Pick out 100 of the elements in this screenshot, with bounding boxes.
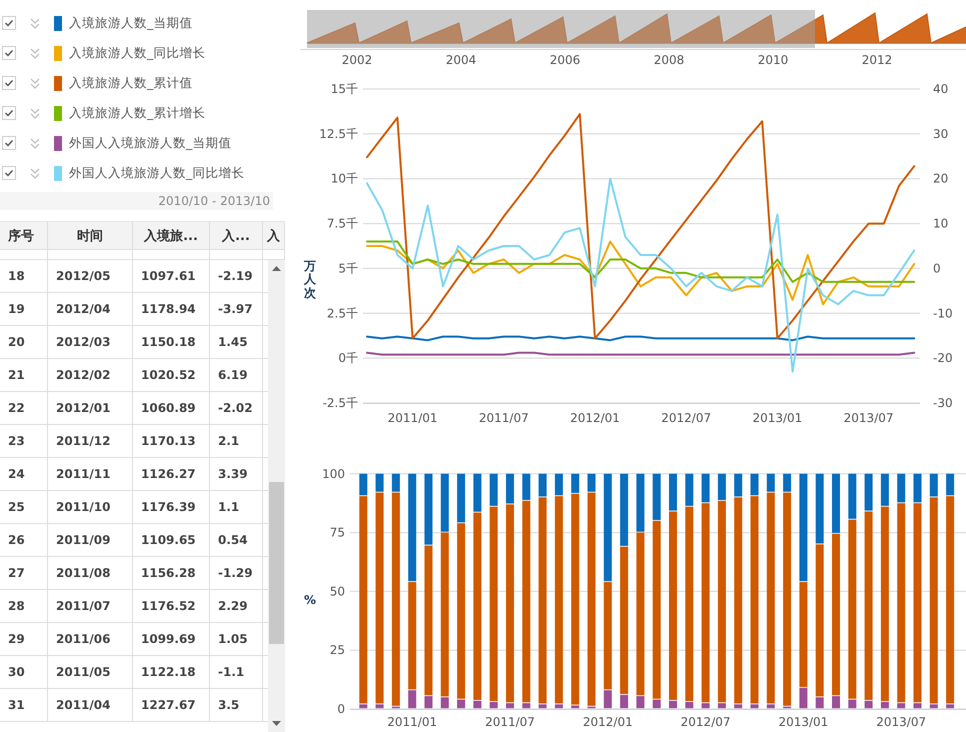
- scrollbar-thumb[interactable]: [269, 482, 284, 644]
- column-header[interactable]: 入: [263, 222, 285, 249]
- x-axis-label: 2011/07: [485, 715, 535, 729]
- y-axis-label: 25: [330, 643, 345, 658]
- legend-label: 入境旅游人数_累计增长: [69, 104, 206, 122]
- table-cell: 1126.27: [141, 467, 196, 481]
- table-cell: 21: [8, 368, 25, 382]
- table-cell: 2011/12: [56, 434, 110, 448]
- scroll-up-icon[interactable]: [272, 266, 281, 271]
- table-cell: -1.1: [218, 665, 244, 679]
- y-axis-label: 20: [933, 172, 948, 186]
- column-header[interactable]: 入境旅...: [133, 222, 210, 249]
- table-cell: -2.02: [218, 401, 253, 415]
- table-cell: 20: [8, 335, 25, 349]
- legend-checkbox[interactable]: [2, 46, 16, 60]
- y-axis-title: 万人次: [304, 260, 316, 300]
- table-cell: 2011/11: [56, 467, 110, 481]
- year-label: 2008: [654, 53, 684, 67]
- x-axis-label: 2013/01: [778, 715, 828, 729]
- table-cell: 1020.52: [141, 368, 196, 382]
- y-axis-label: 7.5千: [326, 216, 358, 231]
- double-chevron-icon[interactable]: [30, 18, 40, 28]
- column-header[interactable]: 入...: [210, 222, 263, 249]
- table-cell: 2011/07: [56, 599, 110, 613]
- legend-checkbox[interactable]: [2, 136, 16, 150]
- table-cell: 0.54: [218, 533, 248, 547]
- y-axis-label: 5千: [338, 261, 358, 276]
- table-cell: 2011/08: [56, 566, 110, 580]
- table-cell: 1060.89: [141, 401, 196, 415]
- year-label: 2010: [758, 53, 788, 67]
- table-cell: -3.97: [218, 302, 253, 316]
- y-axis-label: -20: [933, 351, 953, 366]
- x-axis-label: 2013/07: [844, 411, 894, 425]
- y-axis-label: 0千: [338, 351, 358, 366]
- legend-label: 外国人入境旅游人数_同比增长: [69, 164, 244, 182]
- table-cell: 1178.94: [141, 302, 196, 316]
- table-cell: 23: [8, 434, 25, 448]
- legend-checkbox[interactable]: [2, 16, 16, 30]
- table-cell: 6.19: [218, 368, 248, 382]
- table-cell: 1.1: [218, 500, 240, 514]
- table-cell: 24: [8, 467, 25, 481]
- year-label: 2006: [550, 53, 580, 67]
- table-cell: 1156.28: [141, 566, 196, 580]
- scrollbar[interactable]: [268, 260, 285, 732]
- double-chevron-icon[interactable]: [30, 138, 40, 148]
- x-axis-label: 2012/07: [680, 715, 731, 729]
- y-axis-label: 10千: [330, 172, 358, 186]
- legend-label: 入境旅游人数_同比增长: [69, 44, 206, 62]
- y-axis-label: 0: [933, 261, 941, 276]
- date-range-bar: 2010/10 - 2013/10: [0, 192, 273, 210]
- check-icon: [4, 48, 14, 58]
- table-cell: -2.19: [218, 269, 253, 283]
- table-cell: 2012/02: [56, 368, 110, 382]
- y-axis-label: 50: [330, 584, 345, 598]
- table-cell: 2012/01: [56, 401, 110, 415]
- column-header[interactable]: 序号: [0, 222, 48, 249]
- legend-checkbox[interactable]: [2, 166, 16, 180]
- table-cell: 26: [8, 533, 25, 547]
- table-cell: 1.45: [218, 335, 248, 349]
- y-axis-label: 12.5千: [320, 126, 358, 141]
- table-cell: 2011/06: [56, 632, 110, 646]
- column-header[interactable]: 时间: [48, 222, 133, 249]
- y-axis-label: -10: [933, 306, 953, 320]
- table-cell: 28: [8, 599, 25, 613]
- y-axis-label: 40: [933, 82, 948, 96]
- y-axis-title: %: [304, 594, 316, 608]
- double-chevron-icon[interactable]: [30, 168, 40, 178]
- legend-checkbox[interactable]: [2, 106, 16, 120]
- table-cell: 30: [8, 665, 25, 679]
- x-axis-label: 2012/01: [582, 715, 633, 729]
- table-cell: 1122.18: [141, 665, 196, 679]
- table-cell: 25: [8, 500, 25, 514]
- x-axis-label: 2011/01: [387, 715, 438, 729]
- check-icon: [4, 108, 14, 118]
- table-cell: 1176.52: [141, 599, 196, 613]
- double-chevron-icon[interactable]: [30, 108, 40, 118]
- table-cell: 27: [8, 566, 25, 580]
- scroll-down-icon[interactable]: [272, 721, 281, 726]
- check-icon: [4, 78, 14, 88]
- year-label: 2012: [862, 53, 892, 67]
- table-cell: 2011/09: [56, 533, 110, 547]
- x-axis-label: 2012/07: [661, 411, 712, 425]
- navigator-selection[interactable]: [307, 10, 815, 48]
- double-chevron-icon[interactable]: [30, 48, 40, 58]
- table-cell: 31: [8, 698, 25, 712]
- table-cell: 22: [8, 401, 25, 415]
- table-cell: 1176.39: [141, 500, 196, 514]
- check-icon: [4, 18, 14, 28]
- y-axis-label: 0: [337, 702, 345, 716]
- table-cell: 1109.65: [141, 533, 196, 547]
- double-chevron-icon[interactable]: [30, 78, 40, 88]
- legend-label: 入境旅游人数_累计值: [69, 74, 192, 92]
- y-axis-label: -30: [933, 396, 953, 410]
- table-cell: 2012/04: [56, 302, 110, 316]
- table-cell: 29: [8, 632, 25, 646]
- x-axis-label: 2013/07: [876, 715, 926, 729]
- y-axis-label: 100: [322, 466, 345, 481]
- x-axis-label: 2011/07: [478, 411, 529, 425]
- table-cell: 2011/10: [56, 500, 110, 514]
- legend-checkbox[interactable]: [2, 76, 16, 90]
